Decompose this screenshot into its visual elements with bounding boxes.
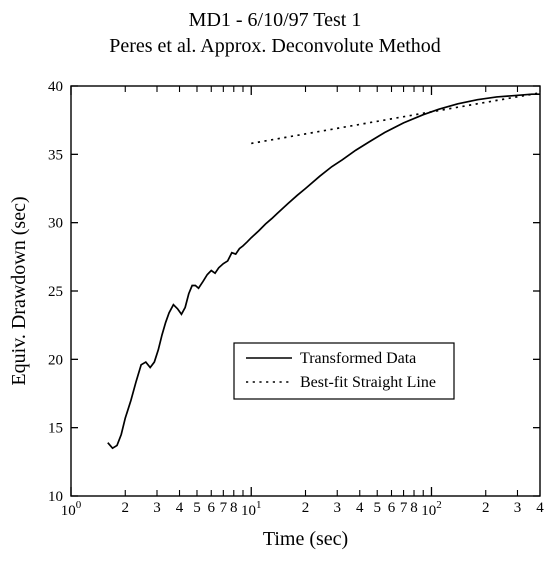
legend-label: Best-fit Straight Line [300,374,436,391]
x-minor-label: 4 [356,500,364,516]
x-minor-label: 2 [482,500,490,516]
y-tick-label: 30 [48,216,63,232]
x-minor-label: 7 [220,500,228,516]
legend-label: Transformed Data [300,350,416,367]
y-tick-label: 15 [48,421,63,437]
chart-subtitle: Peres et al. Approx. Deconvolute Method [109,35,441,57]
deconvolution-chart: MD1 - 6/10/97 Test 1 Peres et al. Approx.… [0,0,550,562]
x-minor-label: 2 [122,500,130,516]
x-minor-label: 3 [333,500,341,516]
x-minor-label: 8 [410,500,418,516]
x-minor-label: 5 [373,500,381,516]
y-tick-label: 35 [48,147,63,163]
plot-frame [71,86,540,496]
x-axis-label: Time (sec) [263,528,348,550]
x-major-label: 101 [241,499,262,519]
x-major-label: 102 [421,499,442,519]
y-tick-label: 25 [48,284,63,300]
x-minor-label: 6 [388,500,396,516]
series-1 [251,93,540,144]
x-minor-label: 4 [536,500,544,516]
x-minor-label: 8 [230,500,238,516]
chart-title: MD1 - 6/10/97 Test 1 [189,9,362,31]
x-minor-label: 6 [208,500,216,516]
x-minor-label: 4 [176,500,184,516]
x-major-label: 100 [61,499,82,519]
x-minor-label: 3 [153,500,161,516]
x-minor-label: 3 [514,500,522,516]
y-tick-label: 40 [48,79,63,95]
y-axis-label: Equiv. Drawdown (sec) [8,196,30,385]
x-minor-label: 7 [400,500,408,516]
x-minor-label: 2 [302,500,310,516]
y-tick-label: 20 [48,352,63,368]
x-minor-label: 5 [193,500,201,516]
